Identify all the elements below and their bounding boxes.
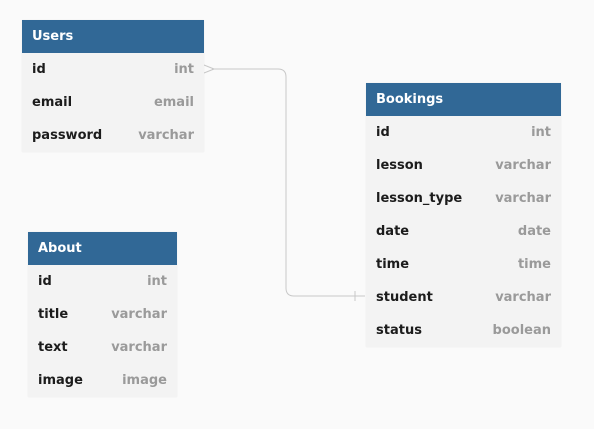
bookings-field-row[interactable]: id int <box>366 116 561 149</box>
users-table[interactable]: Users id int email email password varcha… <box>22 20 204 152</box>
field-name: student <box>376 290 433 305</box>
crows-foot-many-icon <box>203 64 215 74</box>
field-type: varchar <box>495 290 551 305</box>
field-type: int <box>147 274 167 289</box>
field-type: varchar <box>495 158 551 173</box>
about-table-header[interactable]: About <box>28 232 177 265</box>
field-type: varchar <box>111 340 167 355</box>
field-type: email <box>153 95 194 110</box>
bookings-table-header[interactable]: Bookings <box>366 83 561 116</box>
bookings-field-row[interactable]: date date <box>366 215 561 248</box>
about-field-row[interactable]: text varchar <box>28 331 177 364</box>
users-table-header[interactable]: Users <box>22 20 204 53</box>
about-table[interactable]: About id int title varchar text varchar … <box>28 232 177 397</box>
about-field-row[interactable]: title varchar <box>28 298 177 331</box>
field-name: lesson_type <box>376 191 463 206</box>
users-field-row[interactable]: email email <box>22 86 204 119</box>
field-type: date <box>517 224 551 239</box>
users-field-row[interactable]: password varchar <box>22 119 204 152</box>
field-name: lesson <box>376 158 423 173</box>
field-name: time <box>376 257 410 272</box>
field-type: boolean <box>492 323 551 338</box>
field-type: time <box>517 257 551 272</box>
field-name: id <box>32 62 46 77</box>
bookings-field-row[interactable]: time time <box>366 248 561 281</box>
bookings-table[interactable]: Bookings id int lesson varchar lesson_ty… <box>366 83 561 347</box>
about-field-row[interactable]: image image <box>28 364 177 397</box>
diagram-canvas: Users id int email email password varcha… <box>0 0 594 429</box>
field-type: int <box>174 62 194 77</box>
field-name: image <box>38 373 83 388</box>
field-name: title <box>38 307 69 322</box>
field-name: status <box>376 323 422 338</box>
field-name: email <box>32 95 73 110</box>
users-field-row[interactable]: id int <box>22 53 204 86</box>
field-name: id <box>376 125 390 140</box>
bookings-field-row[interactable]: status boolean <box>366 314 561 347</box>
relationship-line-users-id-to-bookings-student <box>212 68 365 297</box>
bookings-field-row[interactable]: student varchar <box>366 281 561 314</box>
field-type: varchar <box>495 191 551 206</box>
field-type: varchar <box>138 128 194 143</box>
field-type: int <box>531 125 551 140</box>
field-name: date <box>376 224 410 239</box>
field-name: text <box>38 340 68 355</box>
field-type: image <box>122 373 167 388</box>
bookings-field-row[interactable]: lesson varchar <box>366 149 561 182</box>
field-type: varchar <box>111 307 167 322</box>
about-field-row[interactable]: id int <box>28 265 177 298</box>
field-name: password <box>32 128 103 143</box>
bookings-field-row[interactable]: lesson_type varchar <box>366 182 561 215</box>
field-name: id <box>38 274 52 289</box>
